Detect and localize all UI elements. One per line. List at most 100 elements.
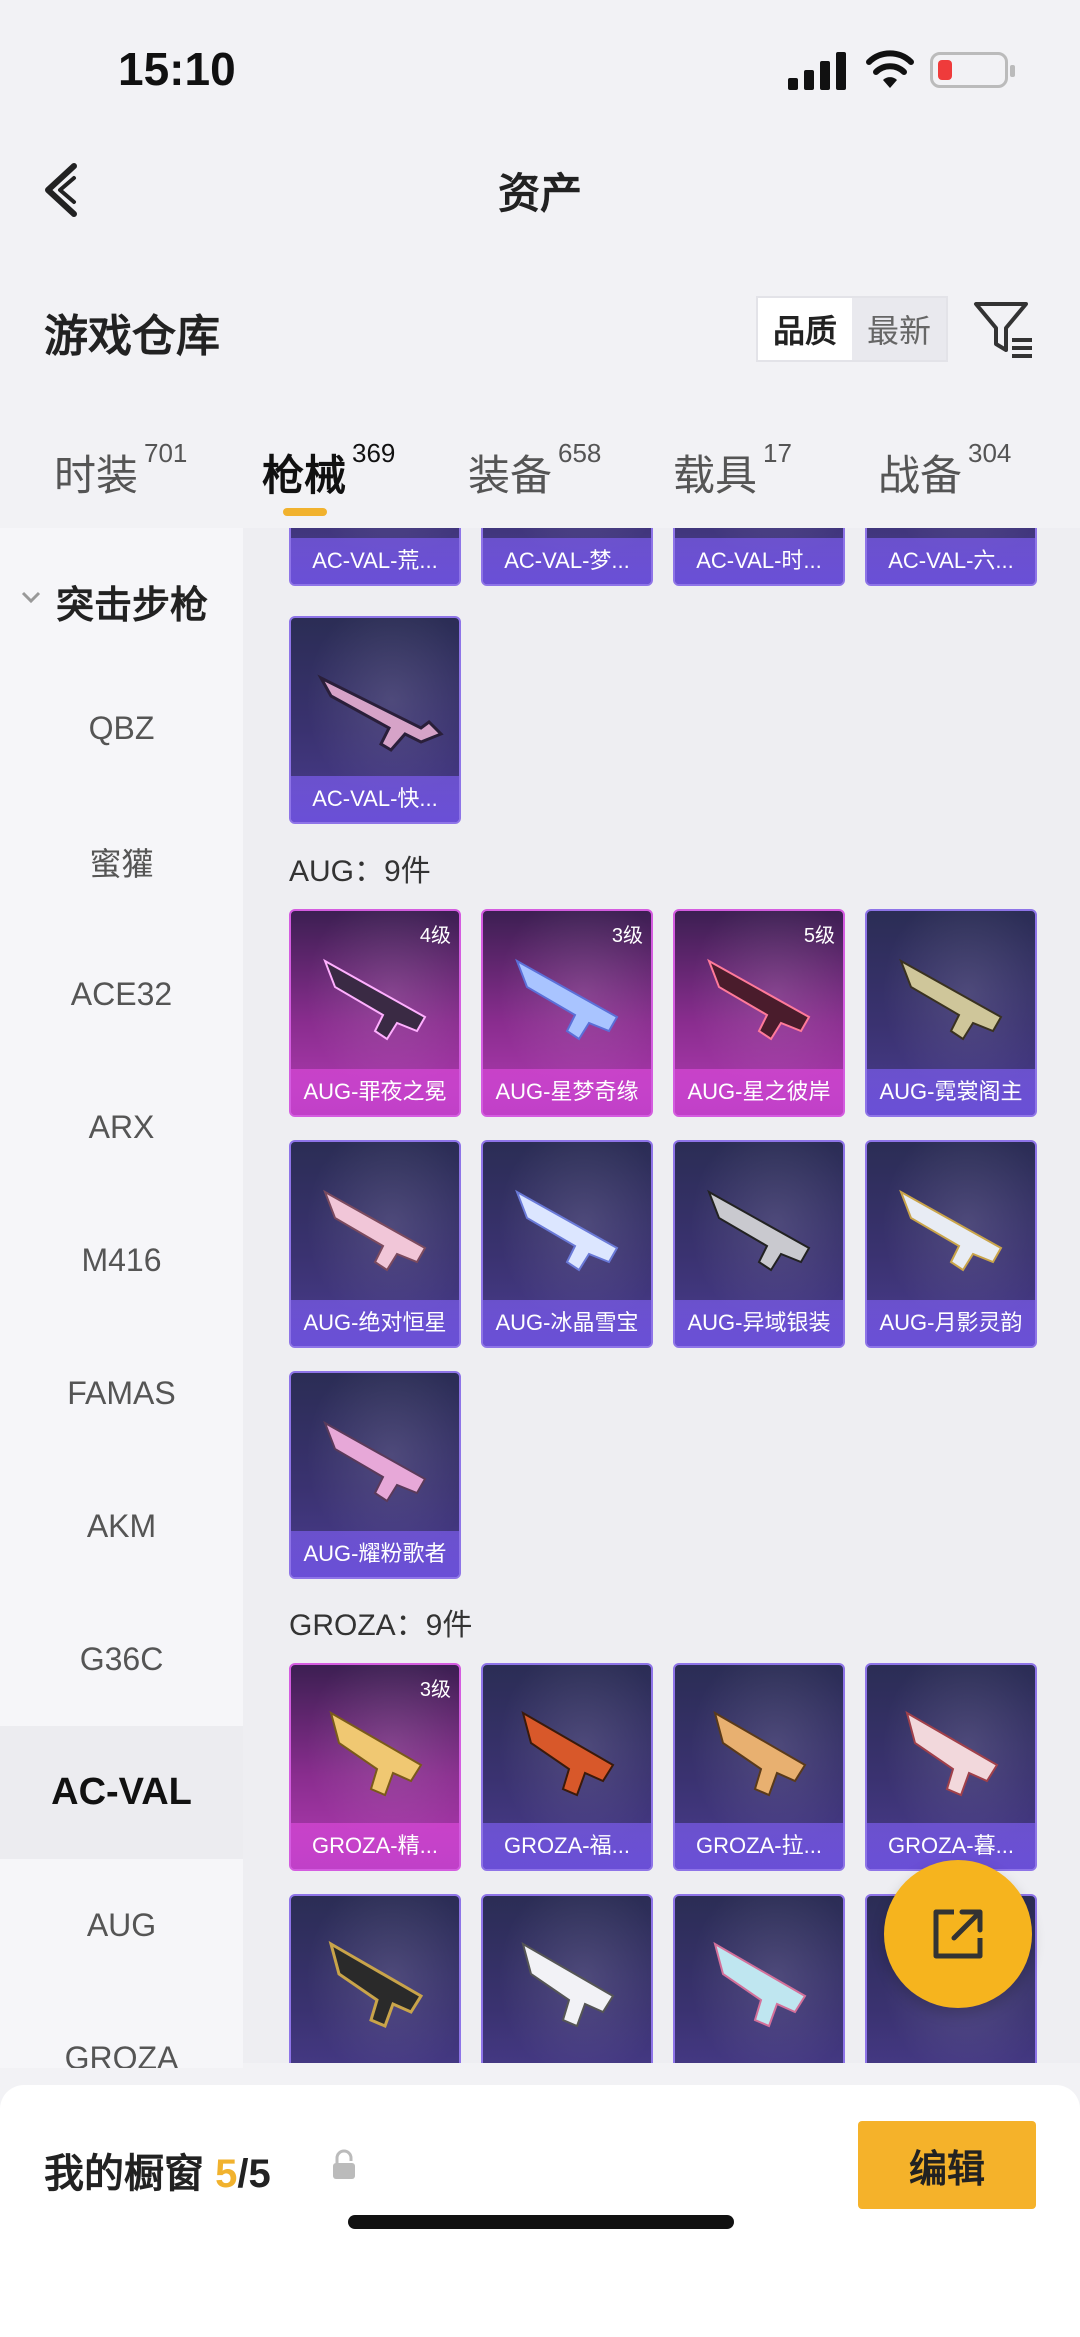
weapon-card-label: AUG-霓裳阁主 [867,1069,1035,1115]
share-button[interactable] [884,1860,1032,2008]
status-bar: 15:10 [0,0,1080,140]
weapon-card[interactable]: 4级 AUG-罪夜之冕 [289,909,461,1117]
tab-count: 369 [352,438,396,468]
showcase-bar: 我的橱窗 5/5 编辑 [0,2085,1080,2337]
sort-toggle[interactable]: 品质 最新 [756,296,948,362]
weapon-card[interactable]: AC-VAL-荒... [289,528,461,586]
sidebar-item-g36c[interactable]: G36C [0,1593,243,1726]
sidebar-item-akm[interactable]: AKM [0,1460,243,1593]
weapon-card[interactable]: AC-VAL-时... [673,528,845,586]
weapon-card-label: AUG-耀粉歌者 [291,1531,459,1577]
battery-icon [930,52,1015,88]
tab-label: 时装 [54,452,139,499]
weapon-card-label: GROZA-精... [291,1823,459,1869]
rifle-skin-icon [515,1189,619,1272]
weapon-card-label: AC-VAL-梦... [483,538,651,584]
chevron-down-icon [21,591,41,604]
weapon-card[interactable]: AUG-月影灵韵 [865,1140,1037,1348]
tab-equipment[interactable]: 装备 658 [468,438,601,503]
weapon-card-label: AC-VAL-荒... [291,538,459,584]
rifle-skin-icon [323,1189,427,1272]
weapon-card[interactable] [673,1894,845,2063]
rifle-skin-icon [328,1940,424,2029]
cellular-signal-icon [788,52,846,90]
sidebar-item-ac-val[interactable]: AC-VAL [0,1726,243,1859]
sort-option-latest[interactable]: 最新 [852,298,946,360]
rifle-skin-icon [515,958,619,1041]
showcase-label: 我的橱窗 5/5 [44,2141,271,2199]
external-link-icon [933,1909,983,1959]
section-heading-aug: AUG：9件 [289,855,431,888]
rifle-skin-icon [707,1189,811,1272]
weapon-card[interactable]: GROZA-福... [481,1663,653,1871]
weapon-card[interactable]: AUG-冰晶雪宝 [481,1140,653,1348]
tab-label: 装备 [468,452,553,499]
sidebar-item-groza[interactable]: GROZA [0,1992,243,2068]
rifle-skin-icon [899,1189,1003,1272]
status-time: 15:10 [118,43,236,95]
weapon-card-label: AUG-月影灵韵 [867,1300,1035,1346]
weapon-card-label: AC-VAL-六... [867,538,1035,584]
sidebar-item-honey-badger[interactable]: 蜜獾 [0,795,243,928]
filter-icon[interactable] [972,298,1034,360]
rifle-skin-icon [317,674,444,752]
tab-fashion[interactable]: 时装 701 [54,438,187,503]
weapon-sidebar: 突击步枪 QBZ 蜜獾 ACE32 ARX M416 FAMAS AKM G36… [0,528,243,2068]
tab-count: 658 [558,438,602,468]
home-indicator [348,2215,734,2229]
warehouse-title: 游戏仓库 [44,312,220,361]
tab-combat-gear[interactable]: 战备 304 [878,438,1011,503]
rifle-skin-icon [323,1420,427,1503]
rifle-skin-icon [521,1710,615,1797]
sidebar-item-aug[interactable]: AUG [0,1859,243,1992]
sidebar-category-label: 突击步枪 [56,585,209,627]
rifle-skin-icon [899,958,1003,1041]
rifle-skin-icon [713,1710,807,1797]
weapon-card[interactable]: 3级 GROZA-精... [289,1663,461,1871]
tab-count: 304 [968,438,1012,468]
weapon-card[interactable]: AUG-绝对恒星 [289,1140,461,1348]
rifle-skin-icon [323,958,427,1041]
tab-vehicles[interactable]: 载具 17 [673,438,792,503]
edit-button[interactable]: 编辑 [858,2121,1036,2209]
rifle-skin-icon [329,1710,423,1797]
weapon-card-label: AUG-异域银装 [675,1300,843,1346]
weapon-card[interactable]: AC-VAL-六... [865,528,1037,586]
sort-option-quality[interactable]: 品质 [758,298,852,360]
weapon-card[interactable]: AC-VAL-梦... [481,528,653,586]
sidebar-item-famas[interactable]: FAMAS [0,1327,243,1460]
rifle-skin-icon [707,958,811,1041]
category-tabs: 时装 701 枪械 369 装备 658 载具 17 战备 304 [0,430,1080,526]
weapon-card[interactable]: AC-VAL-快... [289,616,461,824]
weapon-card-label: AUG-星梦奇缘 [483,1069,651,1115]
tab-firearms[interactable]: 枪械 369 [262,438,395,503]
weapon-card-label: AUG-冰晶雪宝 [483,1300,651,1346]
sidebar-category-assault-rifle[interactable]: 突击步枪 [0,568,243,628]
weapon-grid: AC-VAL-荒... AC-VAL-梦... AC-VAL-时... AC-V… [243,528,1080,2063]
sidebar-item-arx[interactable]: ARX [0,1061,243,1194]
showcase-current-count: 5 [215,2152,238,2196]
active-tab-indicator [283,508,327,516]
tab-label: 战备 [878,452,963,499]
weapon-card[interactable]: 3级 AUG-星梦奇缘 [481,909,653,1117]
weapon-card[interactable]: AUG-耀粉歌者 [289,1371,461,1579]
sidebar-item-ace32[interactable]: ACE32 [0,928,243,1061]
weapon-card-label: GROZA-福... [483,1823,651,1869]
weapon-card[interactable] [481,1894,653,2063]
weapon-card[interactable]: GROZA-暮... [865,1663,1037,1871]
weapon-card-label: GROZA-拉... [675,1823,843,1869]
sidebar-item-m416[interactable]: M416 [0,1194,243,1327]
rifle-skin-icon [521,1941,615,2028]
weapon-card[interactable]: AUG-霓裳阁主 [865,909,1037,1117]
weapon-card[interactable]: 5级 AUG-星之彼岸 [673,909,845,1117]
lock-icon [333,2149,355,2179]
wifi-icon [866,50,914,88]
rifle-skin-icon [905,1710,999,1797]
showcase-title: 我的橱窗 [44,2152,204,2196]
sidebar-item-qbz[interactable]: QBZ [0,662,243,795]
weapon-card[interactable]: AUG-异域银装 [673,1140,845,1348]
weapon-card[interactable] [289,1894,461,2063]
weapon-card-label: AUG-绝对恒星 [291,1300,459,1346]
weapon-card[interactable]: GROZA-拉... [673,1663,845,1871]
page-title: 资产 [497,170,582,217]
